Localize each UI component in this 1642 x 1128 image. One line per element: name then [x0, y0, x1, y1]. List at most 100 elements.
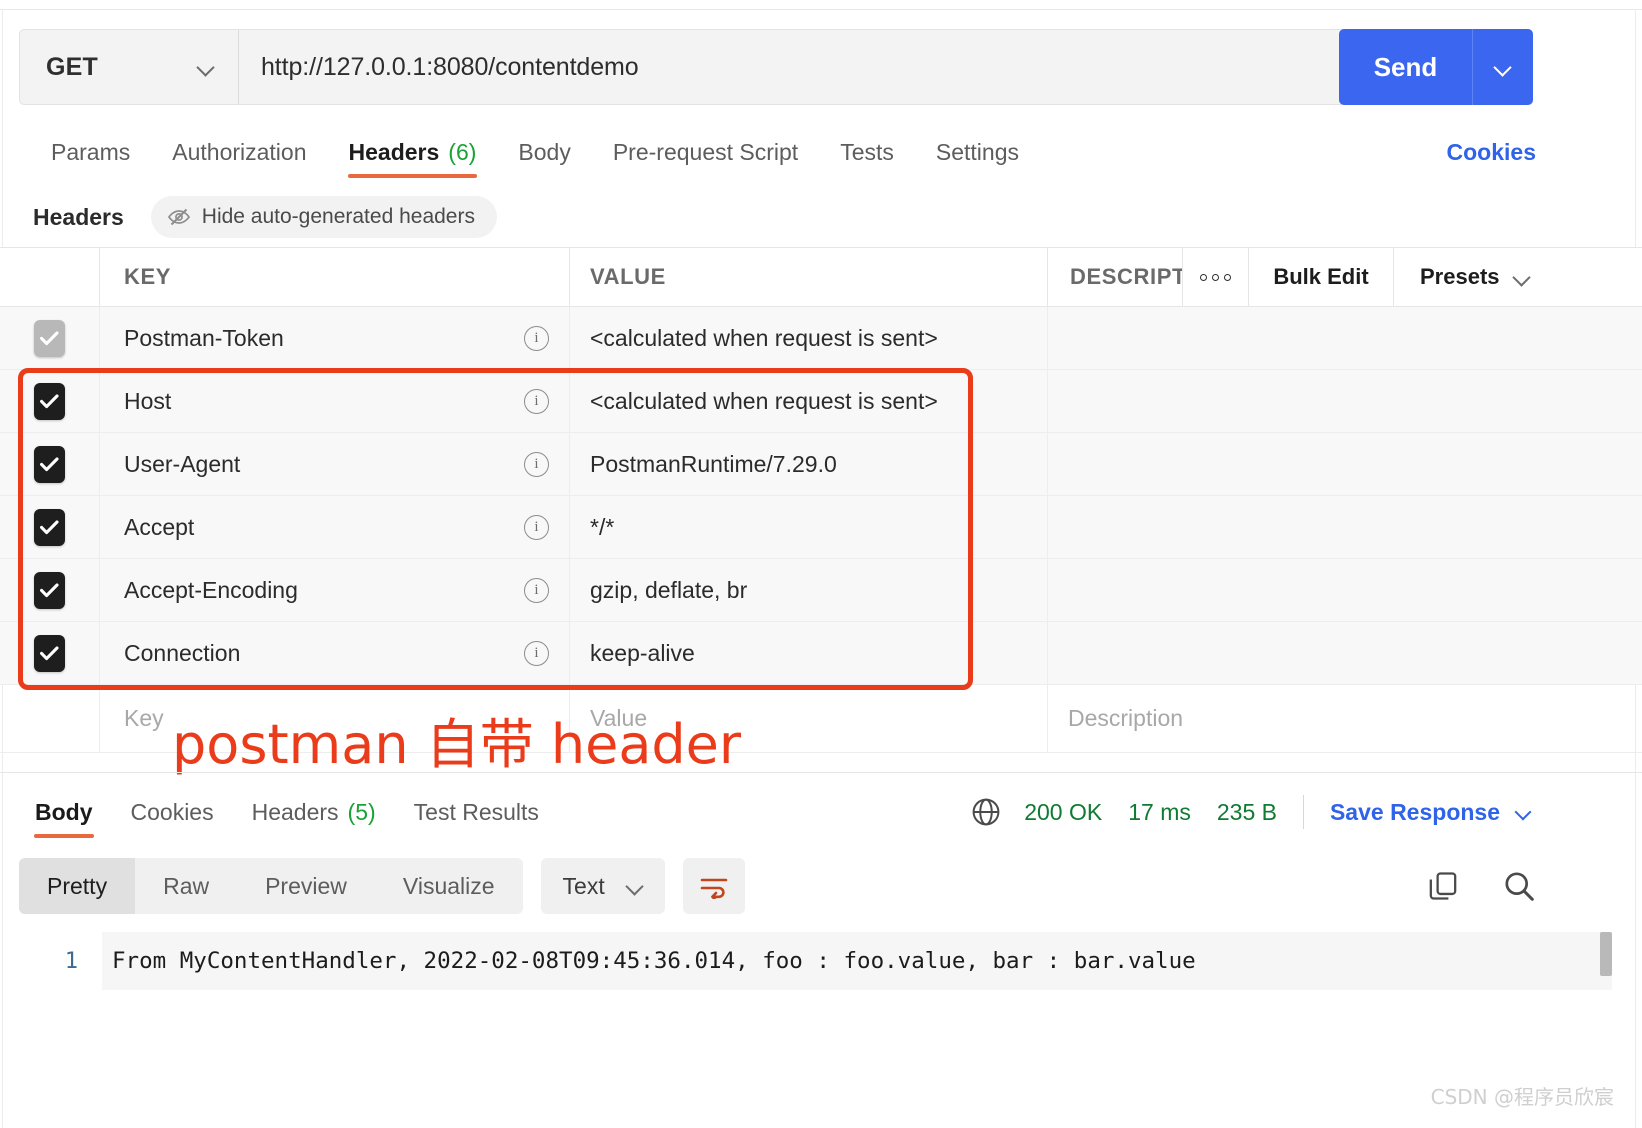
hide-auto-generated-headers-button[interactable]: Hide auto-generated headers [150, 196, 497, 238]
globe-icon [972, 798, 1000, 826]
header-col-description-label: DESCRIPT [1070, 264, 1183, 289]
tab-tests[interactable]: Tests [819, 126, 915, 178]
send-button[interactable]: Send [1339, 29, 1472, 105]
response-time: 17 ms [1128, 798, 1191, 825]
row-checkbox[interactable] [34, 634, 65, 672]
table-row[interactable]: Accept-Encoding i gzip, deflate, br [0, 559, 1642, 622]
new-row-key-input[interactable]: Key [100, 685, 570, 752]
row-value-cell[interactable]: PostmanRuntime/7.29.0 [570, 433, 1048, 495]
row-key-cell[interactable]: Accept-Encoding i [100, 559, 570, 621]
view-mode-preview[interactable]: Preview [237, 858, 375, 914]
row-description-cell[interactable] [1048, 370, 1642, 432]
row-key-cell[interactable]: Accept i [100, 496, 570, 558]
row-checkbox-cell [0, 496, 100, 558]
request-tabs: Params Authorization Headers (6) Body Pr… [30, 126, 1040, 178]
row-description-cell[interactable] [1048, 433, 1642, 495]
new-row-description-input[interactable]: Description [1048, 685, 1642, 752]
view-mode-visualize[interactable]: Visualize [375, 858, 523, 914]
tab-pre-request-script-label: Pre-request Script [612, 138, 799, 165]
response-scrollbar[interactable] [1600, 932, 1612, 976]
table-row[interactable]: Postman-Token i <calculated when request… [0, 307, 1642, 370]
new-header-row[interactable]: Key Value Description [0, 685, 1642, 753]
response-tab-body-label: Body [35, 798, 93, 825]
row-value-cell[interactable]: keep-alive [570, 622, 1048, 684]
view-mode-raw[interactable]: Raw [135, 858, 237, 914]
info-icon[interactable]: i [524, 640, 549, 666]
word-wrap-button[interactable] [682, 858, 745, 914]
row-description-cell[interactable] [1048, 622, 1642, 684]
hide-auto-generated-headers-label: Hide auto-generated headers [201, 205, 475, 228]
row-key-text: Host [124, 387, 172, 414]
response-tab-headers[interactable]: Headers (5) [233, 786, 395, 838]
tab-authorization[interactable]: Authorization [151, 126, 327, 178]
copy-icon[interactable] [1426, 869, 1460, 903]
response-tab-cookies[interactable]: Cookies [112, 786, 233, 838]
http-method-selector[interactable]: GET [19, 29, 239, 105]
response-tab-test-results[interactable]: Test Results [395, 786, 558, 838]
send-options-button[interactable] [1472, 29, 1533, 105]
header-col-key-label: KEY [124, 264, 172, 289]
save-response-button[interactable]: Save Response [1330, 799, 1532, 826]
info-icon[interactable]: i [524, 451, 549, 477]
row-checkbox[interactable] [34, 571, 65, 609]
tab-params[interactable]: Params [30, 126, 151, 178]
response-divider [0, 772, 1642, 773]
chevron-down-icon [198, 59, 214, 75]
tab-body[interactable]: Body [497, 126, 591, 178]
save-response-label: Save Response [1329, 798, 1500, 825]
response-size: 235 B [1216, 798, 1277, 825]
tab-settings[interactable]: Settings [915, 126, 1040, 178]
response-status-code: 200 OK [1024, 798, 1103, 825]
check-icon [40, 393, 59, 408]
response-format-selector[interactable]: Text [540, 858, 665, 914]
chevron-down-icon [1516, 804, 1532, 820]
row-checkbox[interactable] [34, 319, 65, 357]
table-row[interactable]: Connection i keep-alive [0, 622, 1642, 685]
new-row-value-input[interactable]: Value [570, 685, 1048, 752]
info-icon[interactable]: i [524, 325, 549, 351]
response-tab-cookies-label: Cookies [130, 798, 214, 825]
info-icon[interactable]: i [524, 388, 549, 414]
check-icon [40, 582, 59, 597]
tab-headers[interactable]: Headers (6) [328, 126, 498, 178]
row-description-cell[interactable] [1048, 559, 1642, 621]
info-icon[interactable]: i [524, 577, 549, 603]
bulk-edit-button[interactable]: Bulk Edit [1249, 248, 1394, 306]
eye-off-icon [167, 208, 190, 226]
new-row-key-placeholder: Key [124, 705, 164, 731]
row-key-cell[interactable]: Host i [100, 370, 570, 432]
response-format-label: Text [562, 872, 605, 899]
presets-button[interactable]: Presets [1394, 248, 1642, 306]
tab-pre-request-script[interactable]: Pre-request Script [592, 126, 819, 178]
row-value-cell[interactable]: <calculated when request is sent> [570, 307, 1048, 369]
table-row[interactable]: Host i <calculated when request is sent> [0, 370, 1642, 433]
response-body-editor[interactable]: 1 From MyContentHandler, 2022-02-08T09:4… [19, 932, 1612, 990]
row-key-cell[interactable]: Connection i [100, 622, 570, 684]
header-col-checkbox [0, 248, 100, 306]
row-key-cell[interactable]: User-Agent i [100, 433, 570, 495]
row-description-cell[interactable] [1048, 496, 1642, 558]
row-key-cell[interactable]: Postman-Token i [100, 307, 570, 369]
view-mode-pretty[interactable]: Pretty [19, 858, 136, 914]
row-description-cell[interactable] [1048, 307, 1642, 369]
row-checkbox[interactable] [34, 445, 65, 483]
row-checkbox-cell [0, 559, 100, 621]
row-key-text: Accept [124, 513, 195, 540]
row-value-cell[interactable]: */* [570, 496, 1048, 558]
row-checkbox[interactable] [34, 382, 65, 420]
response-tab-body[interactable]: Body [16, 786, 112, 838]
row-value-cell[interactable]: gzip, deflate, br [570, 559, 1048, 621]
headers-section-title: Headers [33, 203, 124, 230]
response-viewer-actions [1426, 858, 1536, 914]
row-value-cell[interactable]: <calculated when request is sent> [570, 370, 1048, 432]
search-icon[interactable] [1502, 869, 1536, 903]
row-checkbox[interactable] [34, 508, 65, 546]
cookies-link[interactable]: Cookies [1447, 126, 1536, 178]
check-icon [40, 456, 59, 471]
table-row[interactable]: Accept i */* [0, 496, 1642, 559]
table-row[interactable]: User-Agent i PostmanRuntime/7.29.0 [0, 433, 1642, 496]
more-actions-button[interactable] [1183, 248, 1249, 306]
row-value-text: PostmanRuntime/7.29.0 [590, 450, 837, 477]
info-icon[interactable]: i [524, 514, 549, 540]
header-col-value-label: VALUE [590, 264, 666, 289]
